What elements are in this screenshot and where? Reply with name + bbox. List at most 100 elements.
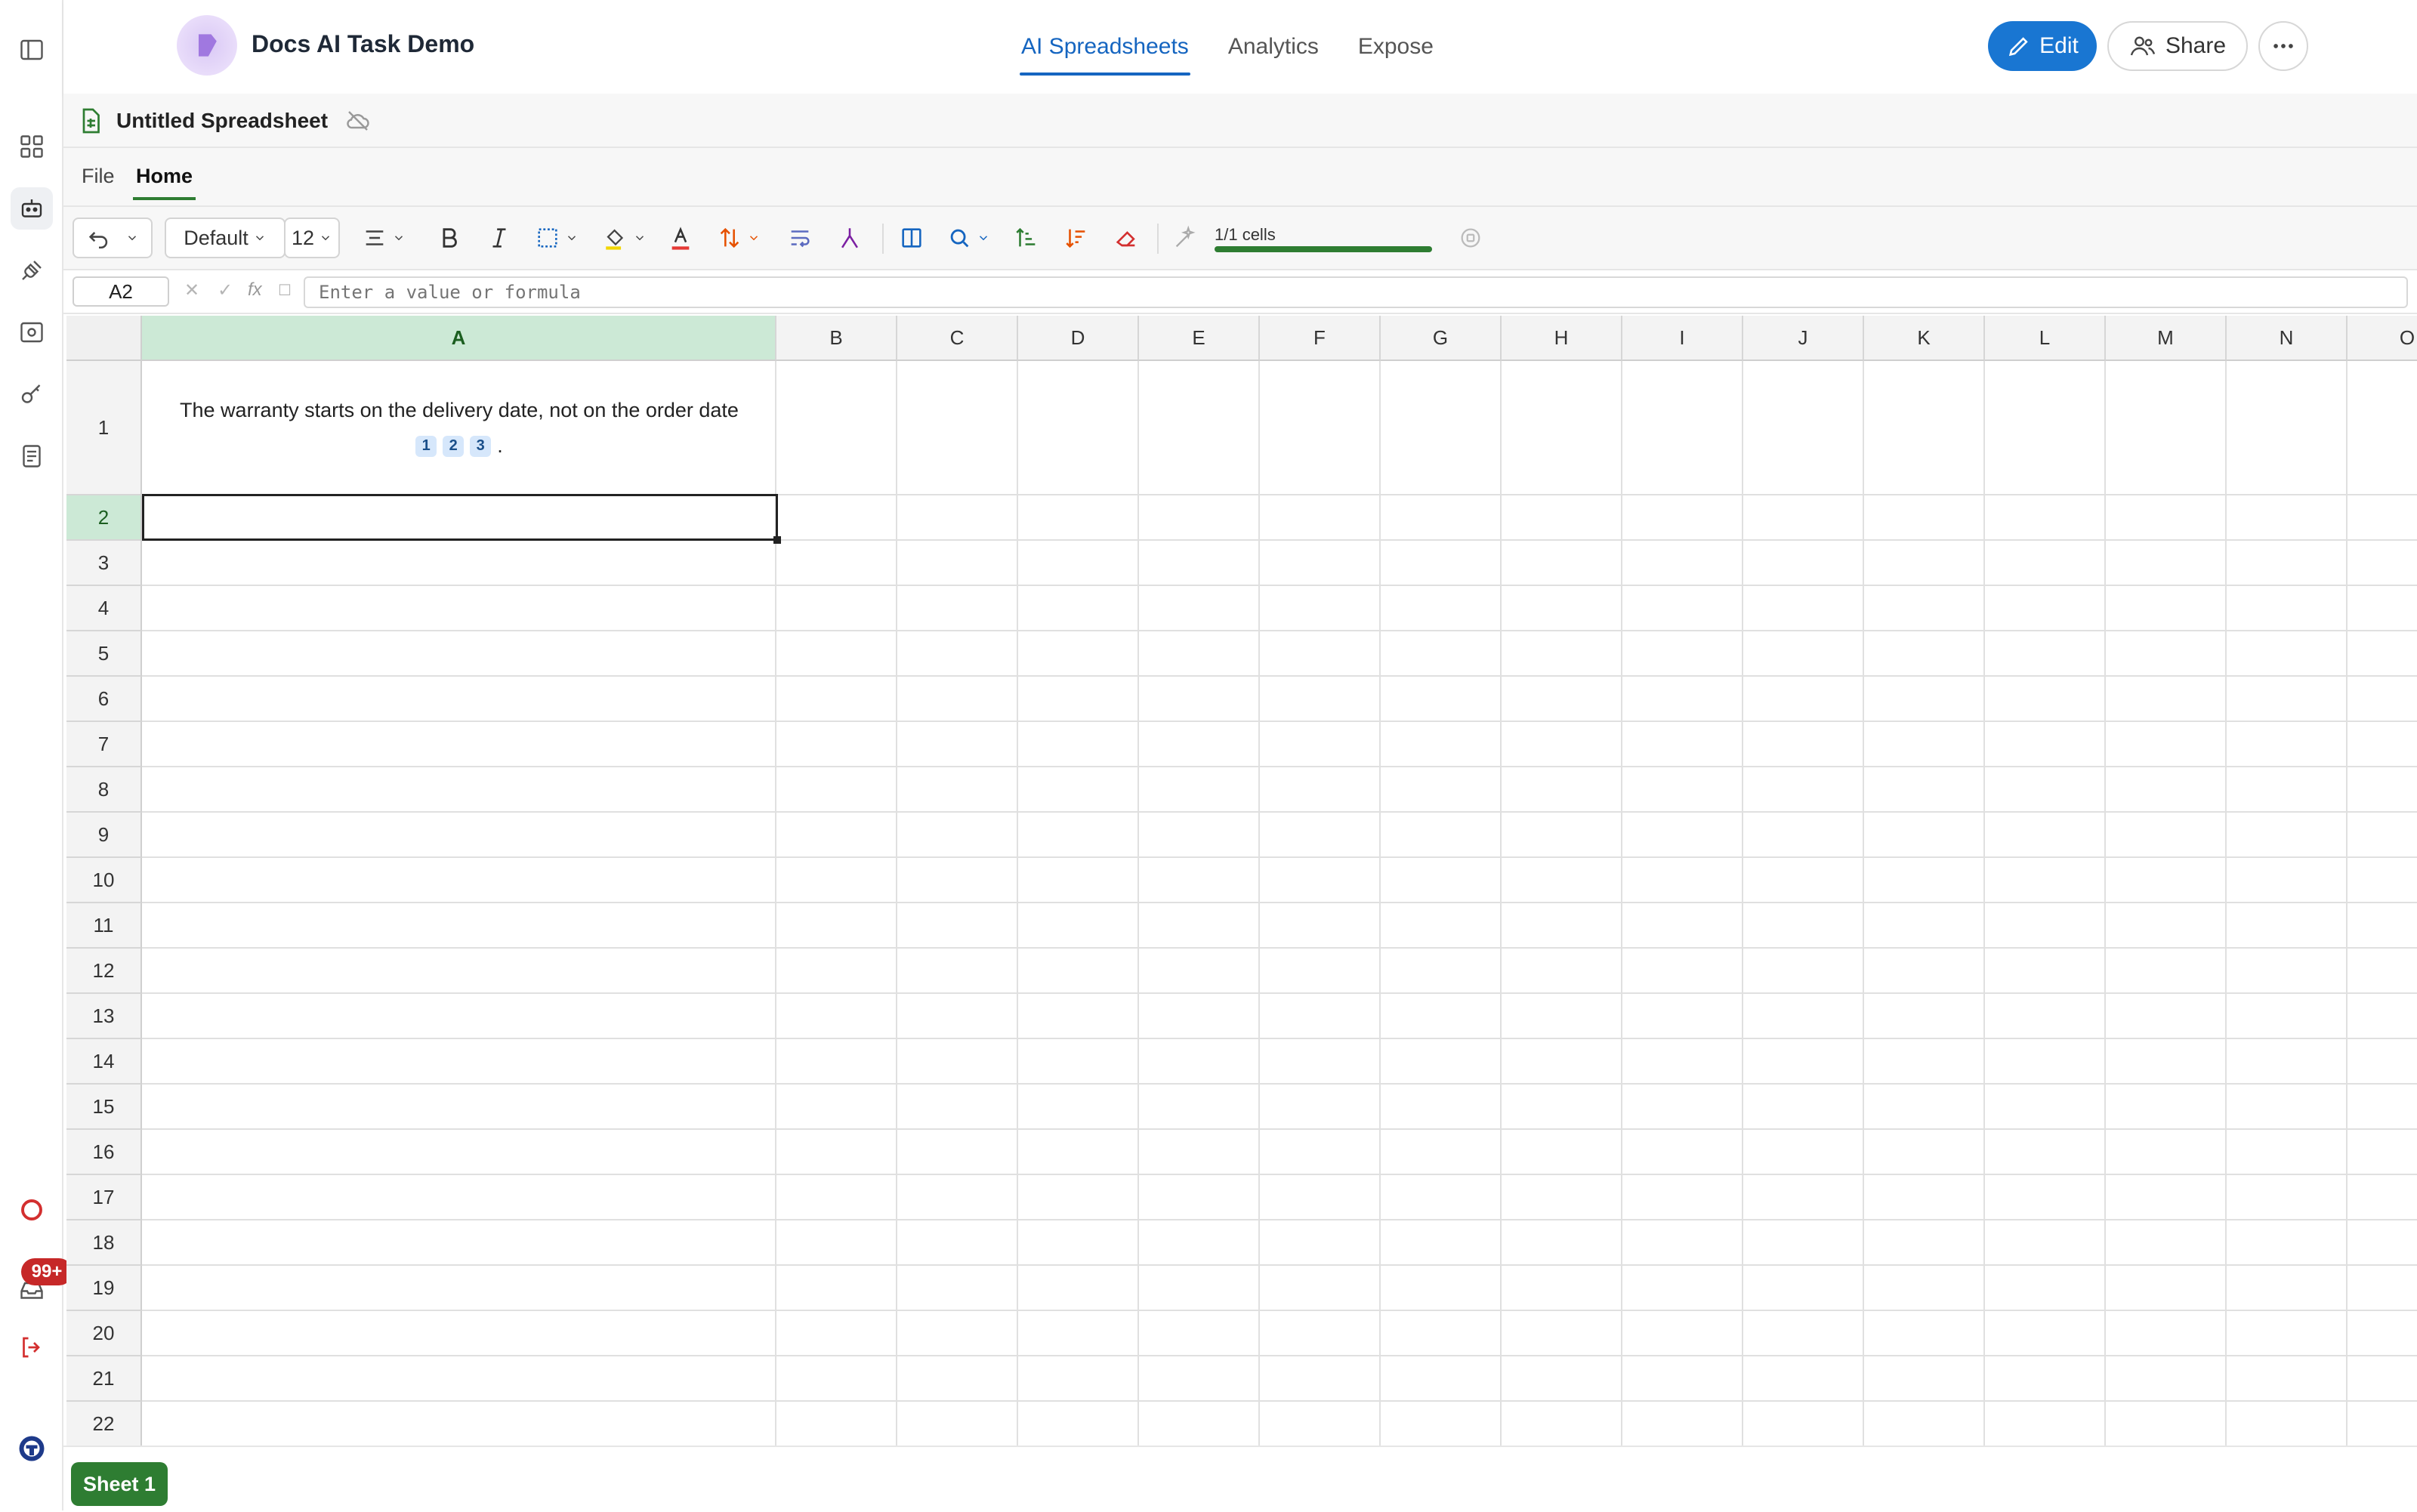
document-list-icon[interactable] xyxy=(11,435,53,477)
robot-settings-icon[interactable] xyxy=(11,311,53,353)
row-header-5[interactable]: 5 xyxy=(66,631,142,677)
user-avatar[interactable] xyxy=(11,1427,53,1470)
find-dropdown[interactable] xyxy=(938,218,999,258)
row-header-16[interactable]: 16 xyxy=(66,1130,142,1175)
citation-badge[interactable]: 1 xyxy=(415,435,437,457)
row-header-2[interactable]: 2 xyxy=(66,495,142,541)
column-header-f[interactable]: F xyxy=(1260,316,1381,361)
column-header-j[interactable]: J xyxy=(1743,316,1864,361)
row-header-15[interactable]: 15 xyxy=(66,1085,142,1130)
confirm-check-icon[interactable]: ✓ xyxy=(218,279,233,301)
fx-label: fx xyxy=(248,279,262,300)
sort-descending-button[interactable] xyxy=(1056,218,1097,258)
column-header-l[interactable]: L xyxy=(1985,316,2106,361)
column-header-m[interactable]: M xyxy=(2106,316,2227,361)
row-header-17[interactable]: 17 xyxy=(66,1175,142,1220)
italic-button[interactable] xyxy=(479,218,520,258)
formula-bar: A2 ✕ ✓ fx ☐ xyxy=(63,270,2417,314)
pencil-icon xyxy=(2009,37,2028,57)
column-header-h[interactable]: H xyxy=(1502,316,1622,361)
key-icon[interactable] xyxy=(11,373,53,415)
clear-format-button[interactable] xyxy=(1106,218,1147,258)
column-header-o[interactable]: O xyxy=(2348,316,2417,361)
document-title[interactable]: Untitled Spreadsheet xyxy=(116,109,328,133)
merge-button[interactable] xyxy=(829,218,870,258)
text-color-button[interactable] xyxy=(660,218,701,258)
cancel-icon[interactable]: ✕ xyxy=(184,279,199,301)
borders-dropdown[interactable] xyxy=(529,218,585,258)
row-header-13[interactable]: 13 xyxy=(66,994,142,1039)
column-header-k[interactable]: K xyxy=(1864,316,1985,361)
row-header-8[interactable]: 8 xyxy=(66,767,142,813)
ai-sparkle-button[interactable] xyxy=(1165,218,1205,258)
progress-bar xyxy=(1215,246,1432,252)
plug-icon[interactable] xyxy=(11,249,53,292)
row-header-10[interactable]: 10 xyxy=(66,858,142,903)
column-header-n[interactable]: N xyxy=(2227,316,2348,361)
wrap-text-button[interactable] xyxy=(779,218,820,258)
row-header-6[interactable]: 6 xyxy=(66,677,142,722)
row-header-18[interactable]: 18 xyxy=(66,1220,142,1266)
edit-button[interactable]: Edit xyxy=(1988,21,2097,71)
column-header-c[interactable]: C xyxy=(897,316,1018,361)
row-header-21[interactable]: 21 xyxy=(66,1356,142,1402)
column-header-e[interactable]: E xyxy=(1139,316,1260,361)
undo-icon[interactable] xyxy=(86,225,112,251)
column-header-b[interactable]: B xyxy=(776,316,897,361)
sort-dropdown[interactable] xyxy=(708,218,769,258)
more-options-button[interactable] xyxy=(2258,21,2308,71)
logout-icon[interactable] xyxy=(11,1326,53,1369)
dashboard-icon[interactable] xyxy=(11,125,53,168)
toggle-sidebar-icon[interactable] xyxy=(11,29,53,71)
row-header-19[interactable]: 19 xyxy=(66,1266,142,1311)
column-header-g[interactable]: G xyxy=(1381,316,1502,361)
sheet-tab[interactable]: Sheet 1 xyxy=(71,1462,168,1506)
select-all-corner[interactable] xyxy=(66,316,142,361)
robot-icon[interactable] xyxy=(11,187,53,230)
row-header-12[interactable]: 12 xyxy=(66,949,142,994)
nav-analytics[interactable]: Analytics xyxy=(1227,0,1320,94)
column-header-i[interactable]: I xyxy=(1622,316,1743,361)
row-header-7[interactable]: 7 xyxy=(66,722,142,767)
cell-a1[interactable]: The warranty starts on the delivery date… xyxy=(142,361,776,495)
nav-ai-spreadsheets[interactable]: AI Spreadsheets xyxy=(1020,0,1190,94)
spreadsheet-grid[interactable]: A B C D E F G H I J K L M N O 1 2 3 4 5 6 7 8 9 10 11 12 13 14 15 16 17… xyxy=(66,316,2417,1446)
row-header-3[interactable]: 3 xyxy=(66,541,142,586)
citation-badge[interactable]: 3 xyxy=(470,435,492,457)
eraser-icon xyxy=(1116,231,1135,247)
font-family-select[interactable]: Default xyxy=(165,218,286,258)
bold-button[interactable] xyxy=(429,218,470,258)
nav-expose[interactable]: Expose xyxy=(1357,0,1435,94)
formula-input[interactable] xyxy=(304,276,2408,308)
row-header-1[interactable]: 1 xyxy=(66,361,142,495)
fill-handle[interactable] xyxy=(773,536,781,544)
undo-history-chevron-down-icon[interactable] xyxy=(125,231,139,245)
font-size-select[interactable]: 12 xyxy=(284,218,340,258)
search-icon xyxy=(950,229,969,248)
row-header-9[interactable]: 9 xyxy=(66,813,142,858)
columns-button[interactable] xyxy=(891,218,932,258)
share-button[interactable]: Share xyxy=(2107,21,2248,71)
row-header-20[interactable]: 20 xyxy=(66,1311,142,1356)
row-header-22[interactable]: 22 xyxy=(66,1402,142,1446)
sort-ascending-button[interactable] xyxy=(1006,218,1047,258)
row-header-4[interactable]: 4 xyxy=(66,586,142,631)
grid-column-line xyxy=(1500,361,1502,1446)
row-header-11[interactable]: 11 xyxy=(66,903,142,949)
font-size-value: 12 xyxy=(291,226,315,249)
stop-button[interactable] xyxy=(1450,218,1491,258)
selected-cell-a2[interactable] xyxy=(142,494,778,541)
column-header-d[interactable]: D xyxy=(1018,316,1139,361)
ellipsis-icon xyxy=(2273,44,2293,48)
fill-color-dropdown[interactable] xyxy=(597,218,653,258)
support-lifebuoy-icon[interactable] xyxy=(11,1189,53,1231)
cell-reference-box[interactable]: A2 xyxy=(73,276,169,307)
column-header-a[interactable]: A xyxy=(142,316,776,361)
expand-formula-icon[interactable]: ☐ xyxy=(278,281,292,300)
align-dropdown[interactable] xyxy=(353,218,414,258)
citation-badge[interactable]: 2 xyxy=(443,435,465,457)
tab-file[interactable]: File xyxy=(82,165,115,188)
tab-home[interactable]: Home xyxy=(132,165,196,200)
row-header-14[interactable]: 14 xyxy=(66,1039,142,1085)
text-color-icon xyxy=(671,227,690,250)
